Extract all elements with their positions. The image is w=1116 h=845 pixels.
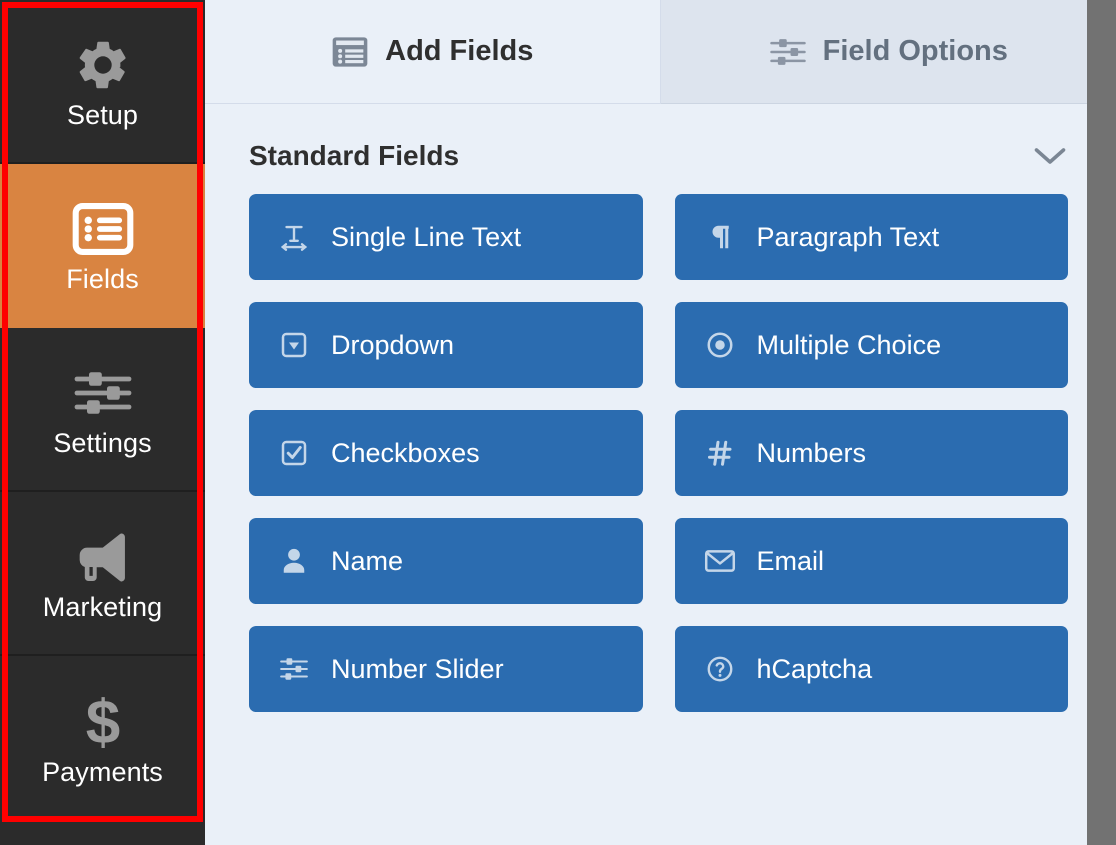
sidebar-item-label: Marketing: [42, 591, 163, 622]
caret-square-down-icon: [277, 330, 311, 360]
field-button-paragraph-text[interactable]: Paragraph Text: [674, 194, 1068, 280]
field-button-email[interactable]: Email: [674, 518, 1068, 604]
sidebar-item-label: Payments: [42, 756, 163, 787]
field-button-checkboxes[interactable]: Checkboxes: [249, 410, 643, 496]
sidebar-item-label: Setup: [66, 99, 139, 130]
field-button-label: Email: [756, 545, 825, 576]
sidebar-item-label: Fields: [66, 263, 139, 294]
field-button-multiple-choice[interactable]: Multiple Choice: [674, 302, 1068, 388]
builder-panel: Add Fields Field Options Standard Fields…: [205, 0, 1116, 845]
field-button-label: Dropdown: [331, 329, 455, 360]
tab-label: Add Fields: [385, 35, 534, 67]
tab-label: Field Options: [822, 35, 1008, 67]
sliders-icon: [73, 362, 133, 424]
builder-sidebar: Setup Fields Settings Marketing $ Paymen…: [0, 0, 205, 845]
panel-tabs: Add Fields Field Options: [205, 0, 1116, 104]
pilcrow-icon: [703, 222, 737, 252]
sidebar-item-label: Settings: [53, 427, 152, 458]
check-square-icon: [277, 438, 311, 468]
field-button-single-line-text[interactable]: Single Line Text: [249, 194, 643, 280]
field-button-label: Number Slider: [331, 653, 504, 684]
field-button-label: Checkboxes: [331, 437, 480, 468]
field-button-label: Single Line Text: [331, 221, 522, 252]
form-builder-window: Setup Fields Settings Marketing $ Paymen…: [0, 0, 1116, 845]
field-button-label: Multiple Choice: [756, 329, 942, 360]
sidebar-item-fields[interactable]: Fields: [0, 164, 205, 328]
hashtag-icon: [703, 438, 737, 468]
list-form-icon: [72, 198, 134, 260]
sidebar-item-payments[interactable]: $ Payments: [0, 656, 205, 820]
field-button-name[interactable]: Name: [249, 518, 643, 604]
field-button-label: Name: [331, 545, 404, 576]
sidebar-item-settings[interactable]: Settings: [0, 328, 205, 492]
field-button-numbers[interactable]: Numbers: [674, 410, 1068, 496]
tab-field-options[interactable]: Field Options: [660, 0, 1116, 104]
chevron-down-icon[interactable]: [1032, 144, 1068, 168]
panel-body: Standard Fields Single Line Text Paragra…: [205, 104, 1116, 845]
standard-fields-section-header[interactable]: Standard Fields: [205, 104, 1116, 194]
field-button-label: Numbers: [756, 437, 867, 468]
question-circle-icon: [703, 654, 737, 684]
sliders-icon: [277, 655, 311, 683]
megaphone-icon: [72, 526, 134, 588]
field-button-dropdown[interactable]: Dropdown: [249, 302, 643, 388]
sliders-icon: [769, 36, 807, 68]
radio-dot-circle-icon: [703, 330, 737, 360]
field-button-hcaptcha[interactable]: hCaptcha: [674, 626, 1068, 712]
svg-text:$: $: [85, 691, 119, 753]
field-button-label: hCaptcha: [756, 653, 873, 684]
sidebar-item-marketing[interactable]: Marketing: [0, 492, 205, 656]
tab-add-fields[interactable]: Add Fields: [205, 0, 661, 104]
sidebar-item-setup[interactable]: Setup: [0, 0, 205, 164]
field-button-label: Paragraph Text: [756, 221, 940, 252]
text-width-icon: [277, 222, 311, 252]
window-right-gutter: [1087, 0, 1116, 845]
dollar-sign-icon: $: [80, 691, 126, 753]
gear-icon: [74, 34, 132, 96]
field-button-number-slider[interactable]: Number Slider: [249, 626, 643, 712]
section-title: Standard Fields: [249, 140, 460, 171]
user-icon: [277, 546, 311, 576]
list-form-icon: [331, 36, 369, 68]
envelope-icon: [703, 547, 737, 575]
standard-fields-grid: Single Line Text Paragraph Text Dropdown…: [205, 194, 1116, 712]
